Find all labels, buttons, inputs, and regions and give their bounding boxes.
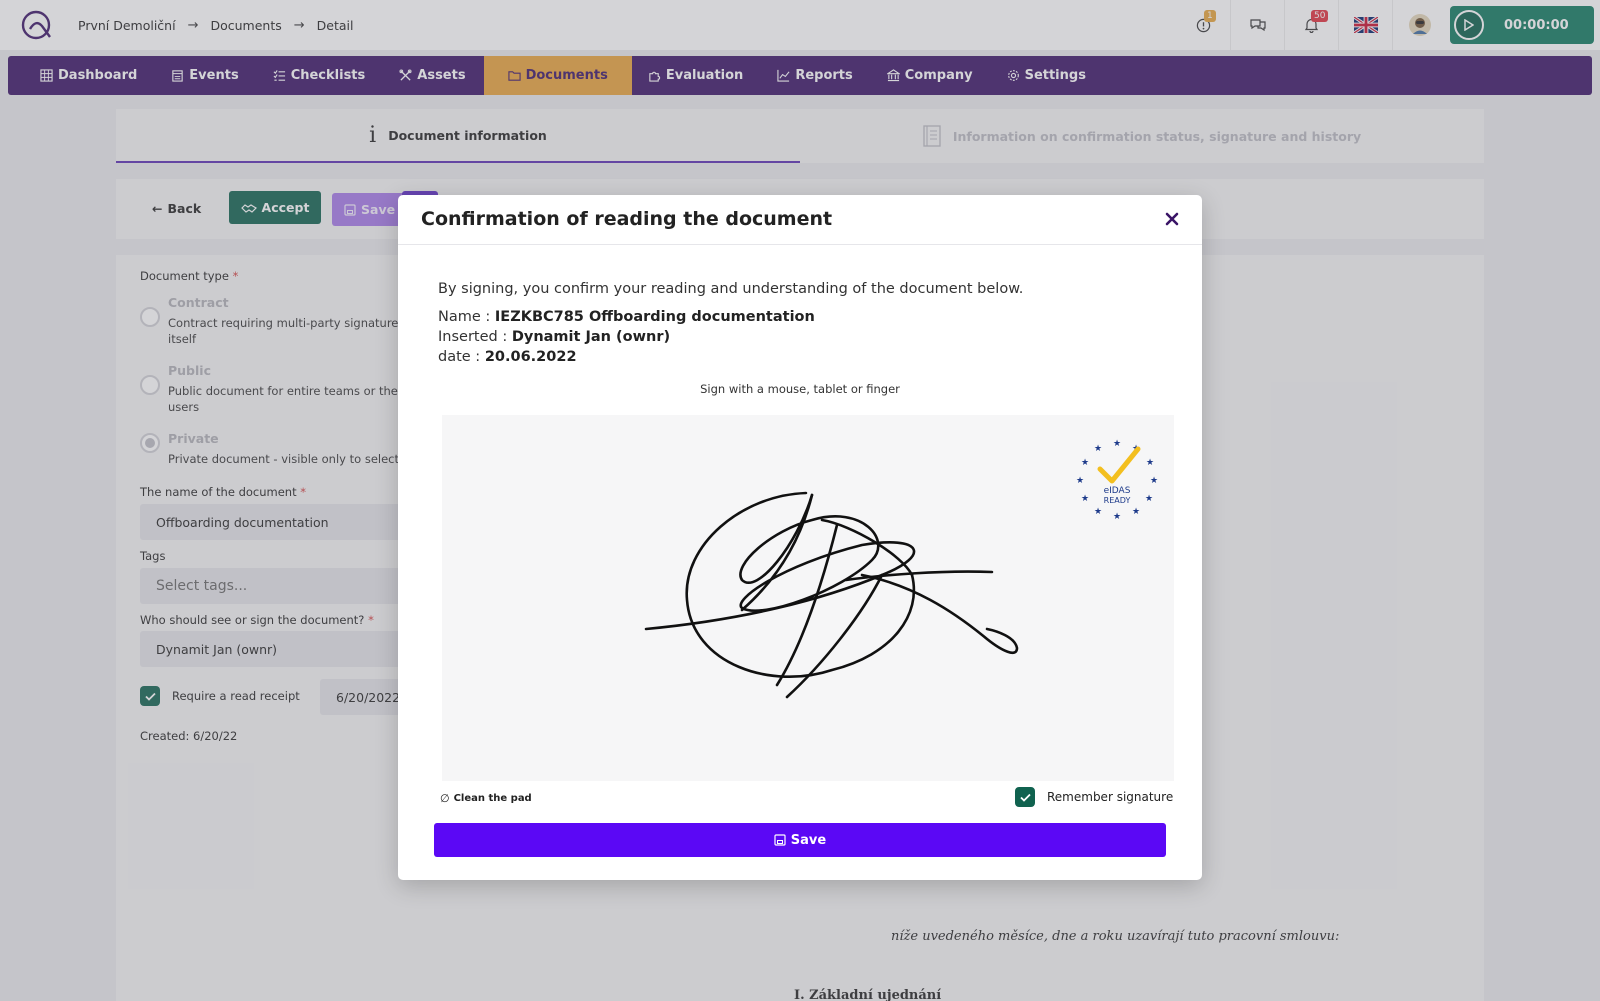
eraser-icon: ∅ (440, 792, 450, 805)
document-name-line: Name : IEZKBC785 Offboarding documentati… (438, 309, 815, 325)
svg-text:★: ★ (1094, 444, 1102, 454)
remember-signature: Remember signature (1015, 787, 1173, 807)
confirmation-modal: Confirmation of reading the document By … (398, 195, 1202, 880)
document-name-value: IEZKBC785 Offboarding documentation (494, 309, 815, 325)
remember-signature-checkbox[interactable] (1015, 787, 1035, 807)
modal-save-button[interactable]: Save (434, 823, 1166, 857)
signature-drawing (644, 491, 1019, 699)
svg-text:★: ★ (1145, 494, 1153, 504)
svg-text:★: ★ (1081, 494, 1089, 504)
date-line: date : 20.06.2022 (438, 349, 577, 365)
modal-header: Confirmation of reading the document (398, 195, 1202, 245)
eidas-text: eIDAS (1104, 486, 1131, 496)
svg-text:★: ★ (1076, 476, 1084, 486)
date-value: 20.06.2022 (484, 349, 577, 365)
eidas-ready-badge: ★ ★ ★ ★ ★ ★ ★ ★ ★ ★ ★ ★ eIDAS READY (1076, 439, 1158, 519)
sign-hint: Sign with a mouse, tablet or finger (700, 382, 900, 396)
inserted-line: Inserted : Dynamit Jan (ownr) (438, 329, 671, 345)
close-icon[interactable] (1162, 209, 1182, 229)
svg-text:★: ★ (1150, 476, 1158, 486)
svg-text:★: ★ (1081, 458, 1089, 468)
svg-text:★: ★ (1132, 507, 1140, 517)
inserted-by-value: Dynamit Jan (ownr) (511, 329, 671, 345)
modal-title: Confirmation of reading the document (421, 208, 833, 230)
clean-pad-label: Clean the pad (453, 793, 532, 804)
floppy-icon (774, 834, 786, 846)
modal-save-label: Save (790, 832, 827, 848)
svg-text:★: ★ (1146, 458, 1154, 468)
confirmation-intro: By signing, you confirm your reading and… (438, 281, 1024, 297)
check-icon (1019, 793, 1031, 802)
svg-text:★: ★ (1113, 512, 1121, 519)
signature-pad[interactable]: ★ ★ ★ ★ ★ ★ ★ ★ ★ ★ ★ ★ eIDAS READY (442, 415, 1174, 781)
clean-pad-button[interactable]: ∅ Clean the pad (440, 792, 532, 805)
svg-text:★: ★ (1113, 439, 1121, 449)
remember-signature-label: Remember signature (1047, 790, 1174, 804)
svg-text:★: ★ (1094, 507, 1102, 517)
eidas-ready-text: READY (1104, 496, 1131, 505)
